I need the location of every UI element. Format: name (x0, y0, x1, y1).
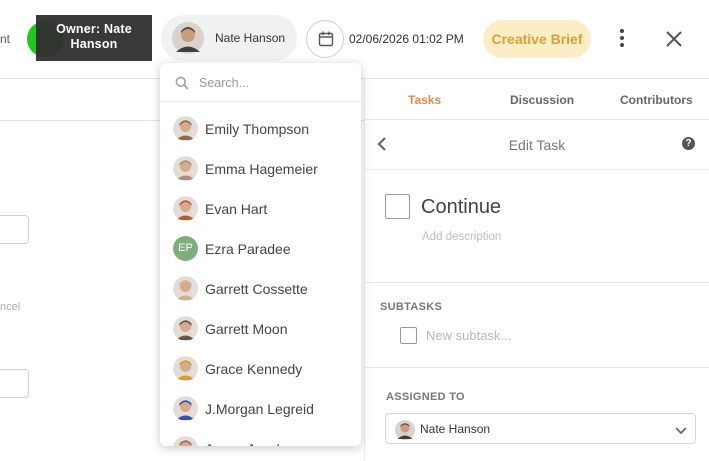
user-option-name: Grace Kennedy (205, 361, 303, 377)
user-search-input[interactable] (199, 72, 349, 94)
owner-avatar (172, 22, 204, 54)
calendar-icon (318, 31, 334, 47)
left-input-2[interactable] (0, 369, 29, 398)
task-complete-checkbox[interactable] (385, 194, 410, 219)
left-cancel-link[interactable]: ncel (0, 301, 20, 313)
user-option-name: J.Morgan Legreid (205, 401, 314, 417)
edit-task-title: Edit Task (508, 137, 566, 153)
task-detail-panel: Tasks Discussion Contributors Edit Task … (365, 79, 709, 461)
user-option[interactable]: Emily Thompson (160, 108, 361, 148)
user-option[interactable]: Evan Hart (160, 188, 361, 228)
owner-name: Nate Hanson (215, 31, 286, 45)
subtask-checkbox[interactable] (400, 327, 417, 344)
user-avatar (173, 156, 198, 181)
task-description-field[interactable]: Add description (422, 231, 501, 243)
edit-task-header: Edit Task ? (365, 120, 709, 170)
user-avatar (173, 436, 198, 446)
subtasks-label: SUBTASKS (380, 301, 443, 313)
tab-discussion[interactable]: Discussion (510, 93, 574, 107)
user-option-name: Emily Thompson (205, 121, 310, 137)
assignee-avatar (395, 420, 415, 440)
user-option[interactable]: EP Ezra Paradee (160, 228, 361, 268)
assigned-to-label: ASSIGNED TO (386, 391, 465, 403)
project-chip[interactable]: Creative Brief (483, 20, 591, 58)
user-option[interactable]: Garrett Moon (160, 308, 361, 348)
tab-contributors[interactable]: Contributors (620, 93, 693, 107)
owner-tooltip: Owner: Nate Hanson (36, 15, 152, 61)
task-title[interactable]: Continue (421, 196, 501, 219)
user-avatar (173, 116, 198, 141)
assignee-select[interactable]: Nate Hanson (385, 413, 696, 444)
dropdown-search (160, 63, 361, 102)
user-option-name: Ezra Paradee (205, 241, 291, 257)
header-cut-text: nt (0, 32, 11, 46)
close-icon[interactable] (662, 27, 686, 51)
user-option[interactable]: Jenna Jacobs (160, 428, 361, 446)
user-option-name: Jenna Jacobs (205, 441, 291, 446)
help-icon[interactable]: ? (682, 137, 695, 150)
user-avatar (173, 356, 198, 381)
assignee-name: Nate Hanson (420, 422, 491, 436)
more-options-icon[interactable] (612, 26, 632, 52)
user-option-name: Garrett Moon (205, 321, 288, 337)
owner-selector[interactable]: Nate Hanson (161, 15, 297, 61)
user-avatar (173, 316, 198, 341)
detail-tabs: Tasks Discussion Contributors (365, 79, 709, 120)
user-option[interactable]: J.Morgan Legreid (160, 388, 361, 428)
user-avatar (173, 396, 198, 421)
user-option-name: Garrett Cossette (205, 281, 308, 297)
user-option-name: Emma Hagemeier (205, 161, 318, 177)
user-option-name: Evan Hart (205, 201, 268, 217)
tab-tasks[interactable]: Tasks (408, 93, 441, 107)
task-modal: nt Owner: Nate Hanson Nate Hanson 02/06/… (0, 0, 709, 461)
user-avatar (173, 196, 198, 221)
user-avatar: EP (173, 236, 198, 261)
due-date-text[interactable]: 02/06/2026 01:02 PM (349, 32, 464, 46)
new-subtask-input[interactable]: New subtask... (426, 328, 511, 343)
left-input-1[interactable] (0, 215, 29, 244)
user-avatar (173, 276, 198, 301)
calendar-button[interactable] (306, 20, 344, 58)
owner-dropdown: Emily ThompsonEmma HagemeierEvan HartEPE… (160, 63, 361, 446)
search-icon (175, 76, 189, 90)
user-option[interactable]: Garrett Cossette (160, 268, 361, 308)
divider (365, 367, 709, 368)
divider (365, 282, 709, 283)
user-option[interactable]: Grace Kennedy (160, 348, 361, 388)
user-option[interactable]: Emma Hagemeier (160, 148, 361, 188)
chevron-down-icon (675, 427, 687, 435)
